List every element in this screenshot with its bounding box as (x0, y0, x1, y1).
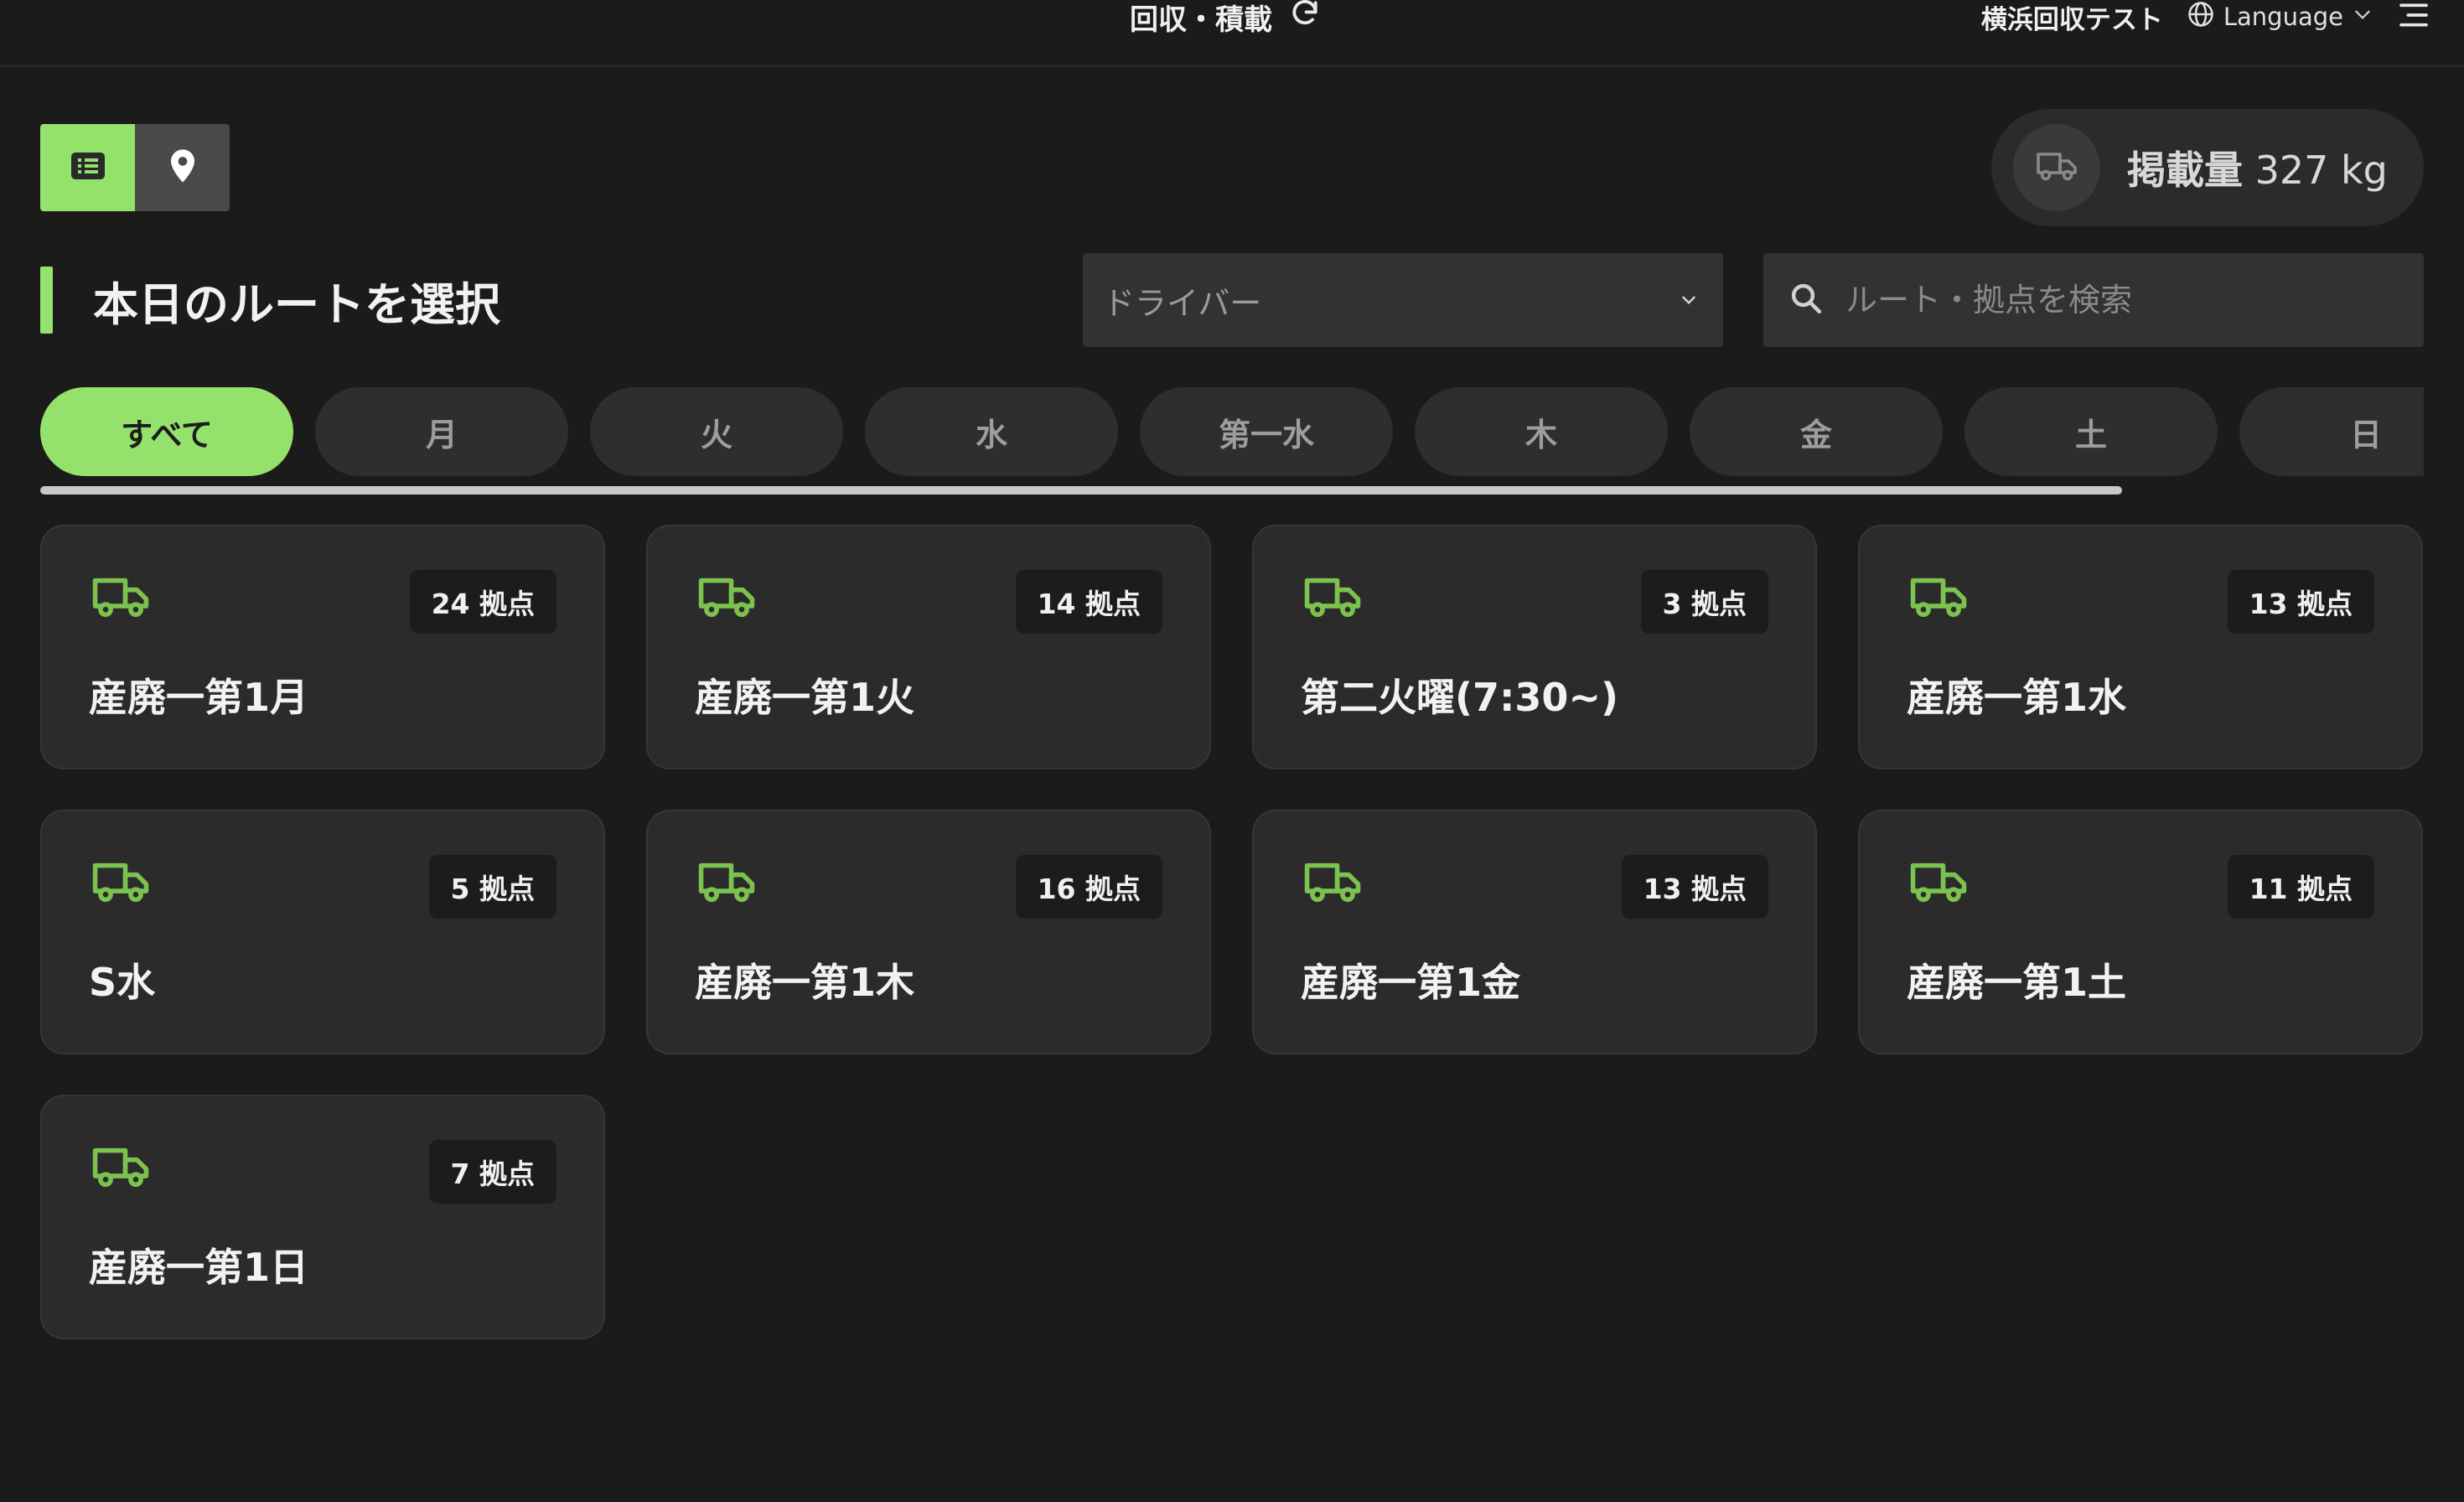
company-name: 横浜回収テスト (1980, 4, 2163, 35)
truck-icon (2035, 149, 2078, 186)
load-truck-badge (2013, 124, 2100, 211)
route-card[interactable]: 16 拠点 産廃一第1木 (646, 810, 1211, 1054)
top-bar: 回収・積載 横浜回収テスト Language (0, 0, 2464, 67)
load-label: 掲載量 (2127, 148, 2243, 193)
tab-friday[interactable]: 金 (1690, 387, 1943, 476)
truck-icon (91, 573, 151, 624)
driver-select-placeholder: ドライバー (1103, 284, 1262, 322)
chevron-down-icon (1678, 282, 1700, 319)
map-view-button[interactable] (135, 124, 230, 211)
tab-all[interactable]: すべて (40, 387, 293, 476)
page-title: 本日のルートを選択 (93, 277, 500, 331)
route-card-grid: 24 拠点 産廃一第1月 14 拠点 産廃一第1火 3 拠点 第二火曜(7:30… (40, 525, 2424, 1339)
stops-count-badge: 13 拠点 (2227, 570, 2374, 634)
route-card[interactable]: 3 拠点 第二火曜(7:30~) (1252, 525, 1817, 769)
route-name: 産廃一第1日 (89, 1245, 309, 1290)
tab-sunday[interactable]: 日 (2239, 387, 2424, 476)
header-right: 横浜回収テスト Language (1980, 0, 2430, 35)
truck-icon (91, 858, 151, 909)
route-card[interactable]: 14 拠点 産廃一第1火 (646, 525, 1211, 769)
view-toggle (40, 124, 230, 211)
list-icon (70, 153, 105, 183)
tab-first-wednesday[interactable]: 第一水 (1140, 387, 1393, 476)
refresh-icon[interactable] (1289, 0, 1321, 37)
stops-count-badge: 7 拠点 (428, 1140, 556, 1204)
route-name: 産廃一第1火 (695, 675, 915, 720)
route-name: 産廃一第1木 (695, 960, 915, 1005)
route-card[interactable]: 11 拠点 産廃一第1土 (1858, 810, 2423, 1054)
tab-thursday[interactable]: 木 (1415, 387, 1668, 476)
tab-monday[interactable]: 月 (315, 387, 568, 476)
truck-icon (696, 573, 757, 624)
chevron-down-icon (2352, 3, 2373, 31)
page-title-block: 本日のルートを選択 (40, 267, 500, 334)
map-pin-icon (168, 148, 197, 187)
search-input[interactable] (1844, 281, 2399, 319)
load-text: 掲載量 327 kg (2127, 140, 2388, 195)
route-card[interactable]: 13 拠点 産廃一第1水 (1858, 525, 2423, 769)
stops-count-badge: 24 拠点 (409, 570, 556, 634)
stops-count-badge: 11 拠点 (2227, 855, 2374, 919)
day-tabs: すべて 月 火 水 第一水 木 金 土 日 (40, 387, 2424, 476)
load-capacity-indicator: 掲載量 327 kg (1991, 109, 2424, 226)
language-selector[interactable]: Language (2187, 0, 2373, 34)
list-view-button[interactable] (40, 124, 135, 211)
search-icon (1788, 281, 1824, 319)
header-title-group: 回収・積載 (1130, 0, 1321, 37)
truck-icon (1302, 573, 1363, 624)
tabs-scrollbar[interactable] (40, 486, 2122, 495)
globe-icon (2187, 0, 2215, 34)
truck-icon (1908, 573, 1969, 624)
stops-count-badge: 3 拠点 (1640, 570, 1768, 634)
truck-icon (696, 858, 757, 909)
tab-tuesday[interactable]: 火 (590, 387, 843, 476)
route-name: 産廃一第1水 (1907, 675, 2127, 720)
title-accent-bar (40, 267, 53, 334)
stops-count-badge: 14 拠点 (1015, 570, 1162, 634)
load-value: 327 kg (2254, 148, 2388, 193)
route-card[interactable]: 13 拠点 産廃一第1金 (1252, 810, 1817, 1054)
route-card[interactable]: 7 拠点 産廃一第1日 (40, 1095, 605, 1339)
language-label: Language (2223, 3, 2343, 31)
stops-count-badge: 5 拠点 (428, 855, 556, 919)
day-tabs-scroller[interactable]: すべて 月 火 水 第一水 木 金 土 日 (40, 387, 2424, 498)
stops-count-badge: 16 拠点 (1015, 855, 1162, 919)
route-name: 第二火曜(7:30~) (1301, 675, 1619, 720)
header-title: 回収・積載 (1130, 3, 1272, 37)
menu-icon[interactable] (2397, 1, 2430, 33)
route-name: 産廃一第1土 (1907, 960, 2127, 1005)
truck-icon (1908, 858, 1969, 909)
route-card[interactable]: 24 拠点 産廃一第1月 (40, 525, 605, 769)
route-name: 産廃一第1金 (1301, 960, 1521, 1005)
route-name: 産廃一第1月 (89, 675, 309, 720)
tab-saturday[interactable]: 土 (1964, 387, 2218, 476)
driver-select[interactable]: ドライバー (1083, 253, 1723, 347)
route-name: S水 (89, 960, 156, 1005)
search-box (1763, 253, 2424, 347)
truck-icon (1302, 858, 1363, 909)
truck-icon (91, 1143, 151, 1194)
tab-wednesday[interactable]: 水 (865, 387, 1118, 476)
stops-count-badge: 13 拠点 (1621, 855, 1768, 919)
route-card[interactable]: 5 拠点 S水 (40, 810, 605, 1054)
